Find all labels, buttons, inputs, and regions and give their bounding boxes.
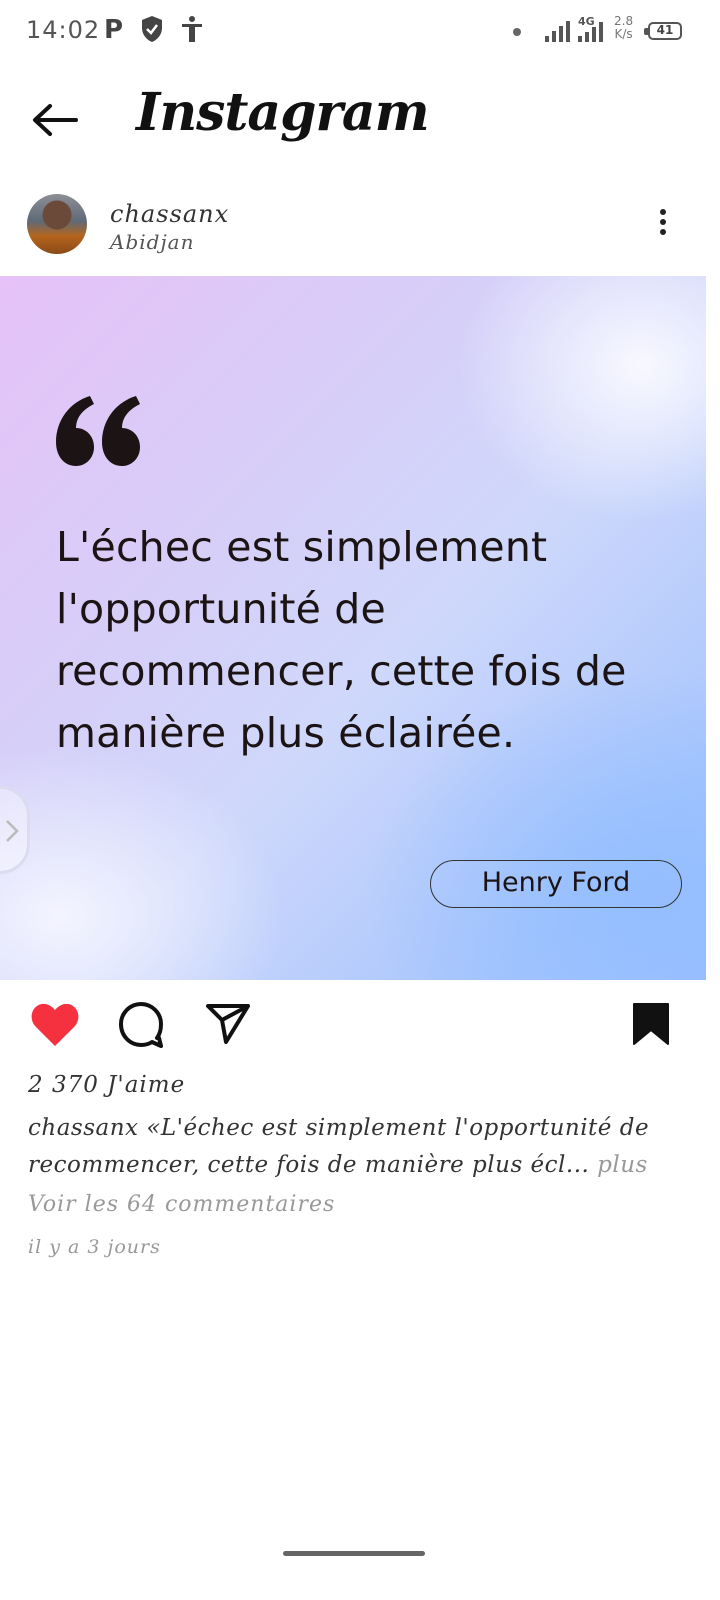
quote-mark-icon — [56, 396, 140, 466]
caption-more-link[interactable]: plus — [589, 1152, 648, 1178]
parking-icon: P — [104, 15, 124, 45]
signal-4g-icon: 4G — [578, 15, 603, 42]
battery-icon: 41 — [644, 22, 682, 40]
comment-icon[interactable] — [117, 1000, 165, 1048]
post-location[interactable]: Abidjan — [110, 230, 194, 254]
edge-panel-handle[interactable] — [0, 786, 30, 874]
network-speed-unit: K/s — [614, 27, 633, 41]
post-timestamp: il y a 3 jours — [28, 1236, 161, 1258]
like-heart-icon[interactable] — [30, 1002, 80, 1048]
home-indicator[interactable] — [283, 1551, 425, 1556]
quote-author: Henry Ford — [430, 860, 682, 908]
post-username[interactable]: chassanx — [110, 200, 229, 228]
more-options-icon[interactable] — [650, 206, 676, 242]
back-arrow-icon[interactable] — [30, 100, 80, 140]
post-image[interactable]: L'échec est simplement l'opportunité de … — [0, 276, 706, 980]
view-comments-link[interactable]: Voir les 64 commentaires — [28, 1192, 335, 1217]
status-time: 14:02 — [26, 16, 101, 44]
shield-check-icon — [142, 16, 162, 42]
battery-level: 41 — [656, 23, 674, 37]
bookmark-icon[interactable] — [632, 1002, 670, 1046]
status-bar: 14:02 P 4G 2.8 K/s 41 — [0, 0, 720, 64]
accessibility-icon — [182, 16, 202, 42]
signal-icon — [545, 21, 570, 42]
app-header: Instagram — [0, 64, 720, 174]
notification-dot-icon — [513, 28, 521, 36]
post-header: chassanx Abidjan — [0, 186, 720, 276]
quote-text: L'échec est simplement l'opportunité de … — [56, 523, 627, 757]
likes-count[interactable]: 2 370 J'aime — [28, 1072, 185, 1098]
caption-username[interactable]: chassanx — [28, 1115, 139, 1141]
post-caption: chassanx «L'échec est simplement l'oppor… — [28, 1110, 688, 1184]
post-actions — [0, 990, 720, 1060]
svg-text:4G: 4G — [578, 15, 595, 28]
avatar[interactable] — [27, 194, 87, 254]
share-send-icon[interactable] — [204, 1000, 252, 1046]
app-title: Instagram — [136, 82, 430, 143]
chevron-right-icon — [6, 820, 19, 842]
network-speed: 2.8 K/s — [614, 15, 633, 41]
